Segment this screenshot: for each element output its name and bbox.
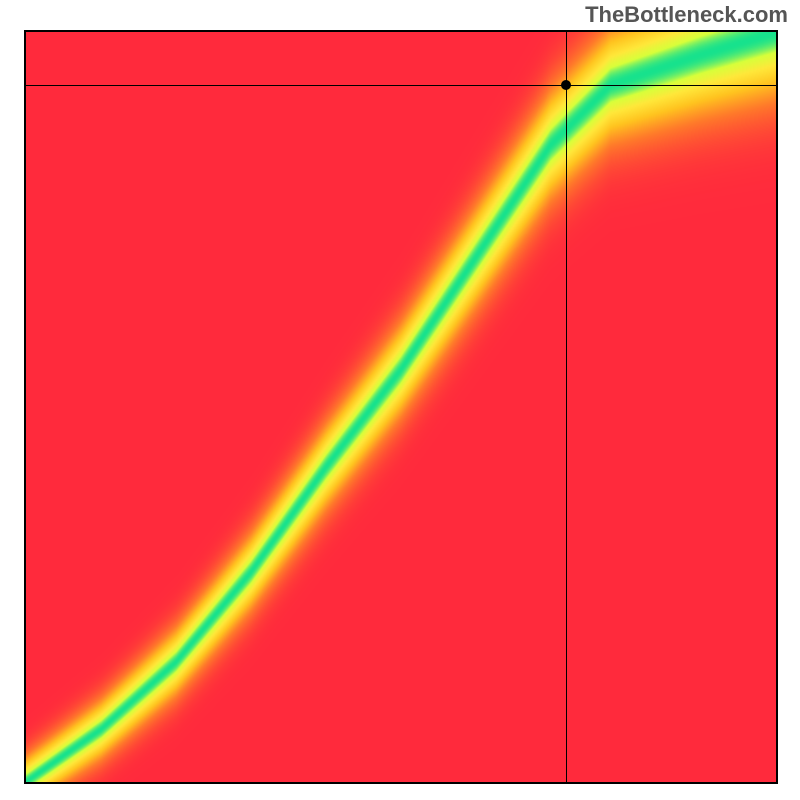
crosshair-horizontal [26, 85, 776, 86]
watermark-text: TheBottleneck.com [585, 2, 788, 28]
selection-marker [561, 80, 571, 90]
heatmap-canvas [26, 32, 776, 782]
heatmap-plot [24, 30, 778, 784]
crosshair-vertical [566, 32, 567, 782]
